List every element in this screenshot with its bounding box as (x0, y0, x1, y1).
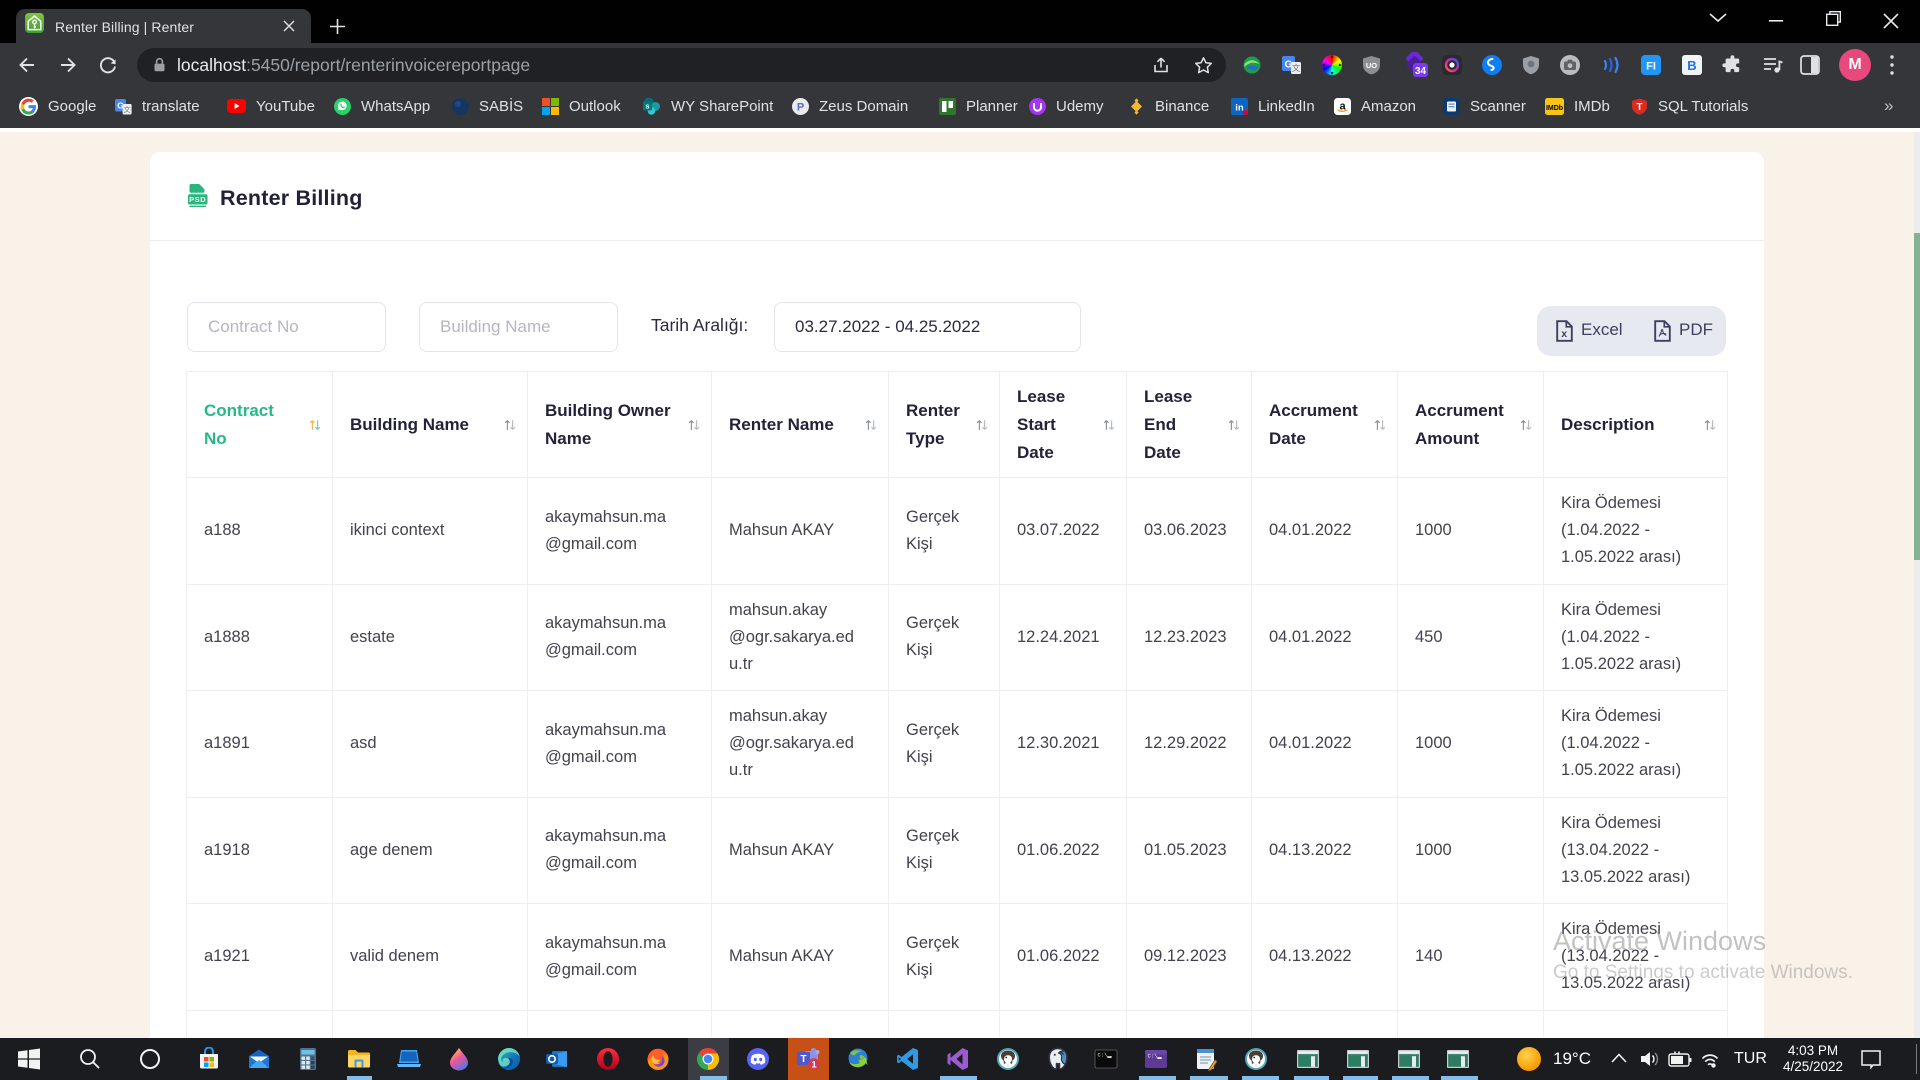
svg-text:T: T (1636, 102, 1642, 113)
svg-text:IMDb: IMDb (1546, 105, 1563, 112)
svg-text:T: T (800, 1054, 806, 1065)
svg-text:1: 1 (811, 1060, 817, 1071)
svg-text:P: P (797, 101, 804, 113)
svg-text:FI: FI (1646, 61, 1656, 73)
svg-text:UO: UO (1366, 61, 1377, 70)
svg-text:PSD: PSD (189, 195, 206, 204)
svg-text:s: s (645, 102, 649, 111)
svg-text:34: 34 (1415, 66, 1427, 77)
svg-text:文: 文 (1292, 63, 1301, 73)
svg-text:文: 文 (124, 105, 131, 114)
svg-text:C:\▂: C:\▂ (1098, 1052, 1113, 1059)
svg-text:in: in (1235, 102, 1244, 113)
svg-text:C:\▂: C:\▂ (1148, 1053, 1163, 1060)
svg-text:B: B (1687, 58, 1696, 73)
svg-text:x: x (1561, 328, 1567, 340)
